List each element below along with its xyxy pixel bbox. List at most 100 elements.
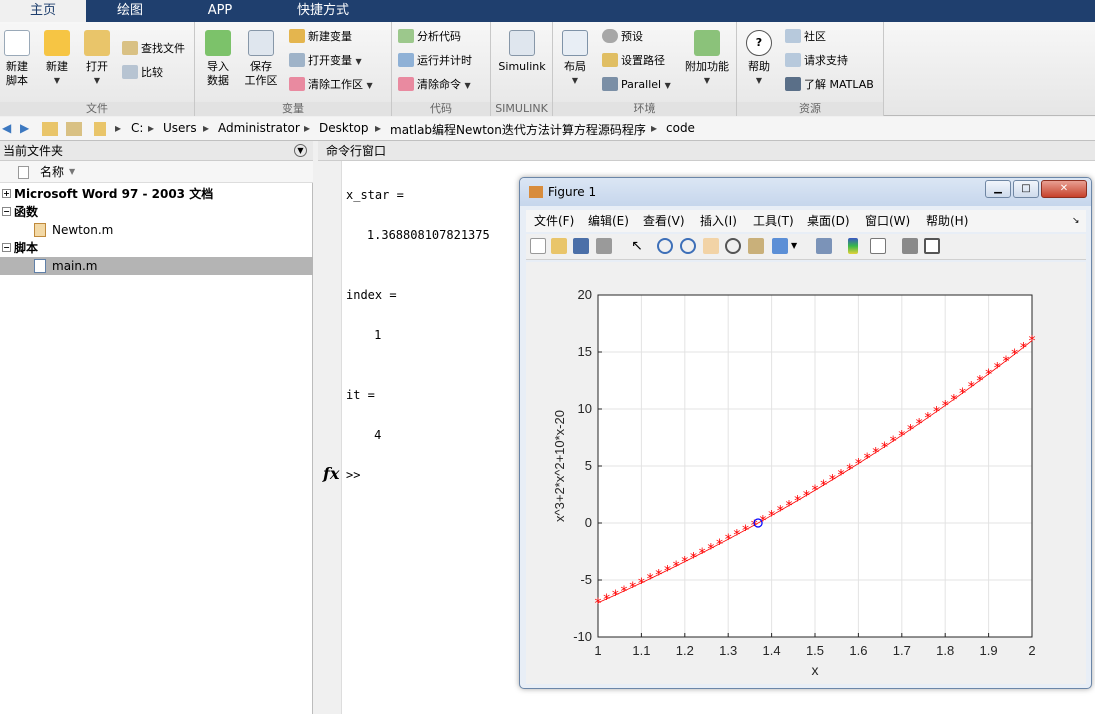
series-star-point: * [1011, 347, 1018, 363]
tab-apps[interactable]: APP [174, 0, 266, 22]
menu-file[interactable]: 文件(F) [534, 210, 574, 232]
file-row[interactable]: Newton.m [0, 221, 313, 239]
series-star-point: * [872, 445, 879, 461]
rotate-icon[interactable] [725, 238, 741, 254]
open-variable-button[interactable]: 打开变量 ▼ [289, 51, 362, 71]
new-variable-button[interactable]: 新建变量 [289, 27, 352, 47]
y-tick-label: 0 [585, 515, 592, 530]
save-workspace-button[interactable]: 保存 工作区 [242, 30, 280, 88]
set-path-button[interactable]: 设置路径 [602, 51, 665, 71]
pan-icon[interactable] [703, 238, 719, 254]
analyze-code-button[interactable]: 分析代码 [398, 27, 461, 47]
crumb-project-folder[interactable]: matlab编程Newton迭代方法计算方程源码程序 [390, 121, 646, 138]
fx-function-browser-icon[interactable]: fx [323, 464, 339, 483]
print-icon[interactable] [596, 238, 612, 254]
command-prompt[interactable]: >> [346, 468, 360, 482]
group-row-scripts[interactable]: − 脚本 [0, 239, 313, 257]
group-label-simulink: SIMULINK [491, 102, 552, 116]
simulink-button[interactable]: Simulink [496, 30, 548, 74]
series-star-point: * [838, 467, 845, 483]
brush-icon[interactable] [772, 238, 788, 254]
link-plot-icon[interactable] [816, 238, 832, 254]
close-button[interactable]: ✕ [1041, 180, 1087, 198]
pointer-icon[interactable]: ↖ [629, 238, 645, 254]
data-cursor-icon[interactable] [748, 238, 764, 254]
open-button[interactable]: 打开 ▼ [82, 30, 112, 88]
new-figure-icon[interactable] [530, 238, 546, 254]
import-data-label: 导入 数据 [207, 60, 229, 87]
colorbar-icon[interactable] [848, 238, 858, 254]
back-arrow-icon[interactable]: ◀ [2, 121, 11, 135]
find-files-button[interactable]: 查找文件 [122, 39, 185, 59]
collapse-icon[interactable]: − [2, 243, 11, 252]
clear-workspace-button[interactable]: 清除工作区 ▼ [289, 75, 373, 95]
crumb-separator-icon: ▸ [148, 121, 155, 135]
open-file-icon[interactable] [551, 238, 567, 254]
new-label: 新建 [46, 60, 68, 73]
legend-icon[interactable] [870, 238, 886, 254]
forward-arrow-icon[interactable]: ▶ [20, 121, 29, 135]
help-button[interactable]: ? 帮助 ▼ [743, 30, 775, 88]
figure-title-bar[interactable]: Figure 1 ▁ □ ✕ [520, 178, 1091, 206]
learn-matlab-button[interactable]: 了解 MATLAB [785, 75, 874, 95]
group-label-variable: 变量 [195, 102, 391, 116]
crumb-users[interactable]: Users [163, 121, 197, 135]
series-star-point: * [716, 537, 723, 553]
y-axis-label: x^3+2*x^2+10*x-20 [552, 410, 567, 522]
browse-folder-icon[interactable] [66, 122, 82, 136]
minimize-button[interactable]: ▁ [985, 180, 1011, 198]
plot-axes[interactable]: 1 1.1 1.2 1.3 1.4 1.5 1.6 1.7 1.8 1.9 2 -10 -5 0 5 10 15… [526, 262, 1086, 684]
tab-shortcuts[interactable]: 快捷方式 [266, 0, 380, 22]
crumb-drive[interactable]: C: [131, 121, 143, 135]
hide-plot-tools-icon[interactable] [902, 238, 918, 254]
group-row-functions[interactable]: − 函数 [0, 203, 313, 221]
new-variable-icon [289, 29, 305, 43]
crumb-desktop[interactable]: Desktop [319, 121, 369, 135]
folder-icon [94, 122, 106, 136]
save-icon[interactable] [573, 238, 589, 254]
zoom-in-icon[interactable] [657, 238, 673, 254]
layout-button[interactable]: 布局 ▼ [559, 30, 591, 88]
column-name-header[interactable]: 名称 [40, 161, 64, 183]
import-data-button[interactable]: 导入 数据 [202, 30, 234, 88]
menu-view[interactable]: 查看(V) [643, 210, 685, 232]
dock-arrow-icon[interactable]: ↘ [1072, 210, 1080, 232]
file-row-selected[interactable]: main.m [0, 257, 313, 275]
menu-tools[interactable]: 工具(T) [753, 210, 794, 232]
menu-insert[interactable]: 插入(I) [700, 210, 737, 232]
run-and-time-button[interactable]: 运行并计时 [398, 51, 472, 71]
menu-help[interactable]: 帮助(H) [926, 210, 968, 232]
menu-edit[interactable]: 编辑(E) [588, 210, 629, 232]
parallel-button[interactable]: Parallel ▼ [602, 75, 671, 95]
up-folder-icon[interactable] [42, 122, 58, 136]
new-button[interactable]: 新建 ▼ [42, 30, 72, 88]
menu-desktop[interactable]: 桌面(D) [807, 210, 850, 232]
tab-plots[interactable]: 绘图 [86, 0, 174, 22]
tab-home[interactable]: 主页 [0, 0, 86, 22]
crumb-code[interactable]: code [666, 121, 695, 135]
x-tick-label: 1.1 [632, 643, 650, 658]
current-folder-title: 当前文件夹 [3, 144, 64, 158]
output-line: 1.368808107821375 [338, 228, 490, 242]
community-button[interactable]: 社区 [785, 27, 826, 47]
zoom-out-icon[interactable] [680, 238, 696, 254]
panel-menu-icon[interactable]: ▼ [294, 144, 307, 157]
preferences-button[interactable]: 预设 [602, 27, 643, 47]
menu-window[interactable]: 窗口(W) [865, 210, 910, 232]
request-support-button[interactable]: 请求支持 [785, 51, 848, 71]
collapse-icon[interactable]: − [2, 207, 11, 216]
show-plot-tools-icon[interactable] [924, 238, 940, 254]
addons-button[interactable]: 附加功能 ▼ [681, 30, 733, 88]
new-script-button[interactable]: 新建 脚本 [2, 30, 32, 88]
dropdown-arrow-icon[interactable]: ▼ [791, 238, 807, 254]
crumb-administrator[interactable]: Administrator [218, 121, 300, 135]
group-row-word-docs[interactable]: + Microsoft Word 97 - 2003 文档 [0, 185, 313, 203]
dropdown-arrow-icon: ▼ [464, 81, 471, 90]
expand-icon[interactable]: + [2, 189, 11, 198]
clear-commands-button[interactable]: 清除命令 ▼ [398, 75, 471, 95]
figure-window[interactable]: Figure 1 ▁ □ ✕ 文件(F) 编辑(E) 查看(V) 插入(I) 工… [519, 177, 1092, 689]
sort-arrow-icon[interactable]: ▼ [69, 161, 75, 183]
compare-button[interactable]: 比较 [122, 63, 163, 83]
series-star-point: * [768, 508, 775, 524]
maximize-button[interactable]: □ [1013, 180, 1039, 198]
